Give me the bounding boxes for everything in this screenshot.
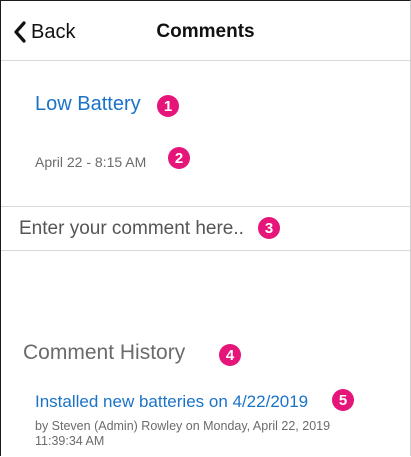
comment-input-row — [1, 206, 410, 251]
annotation-badge-5: 5 — [332, 389, 354, 411]
history-entry-meta: by Steven (Admin) Rowley on Monday, Apri… — [35, 419, 331, 448]
annotation-badge-1: 1 — [157, 95, 179, 117]
screen-frame: Back Comments Low Battery 1 April 22 - 8… — [0, 0, 411, 456]
annotation-badge-4: 4 — [219, 344, 241, 366]
alert-date: April 22 - 8:15 AM — [35, 154, 147, 170]
history-entry-link[interactable]: Installed new batteries on 4/22/2019 — [35, 392, 308, 412]
annotation-badge-3: 3 — [258, 217, 280, 239]
navigation-bar: Back Comments — [1, 1, 410, 61]
comment-history-heading: Comment History — [23, 341, 186, 364]
annotation-badge-2: 2 — [168, 147, 190, 169]
page-title: Comments — [156, 21, 255, 42]
alert-title-link[interactable]: Low Battery — [35, 93, 141, 116]
